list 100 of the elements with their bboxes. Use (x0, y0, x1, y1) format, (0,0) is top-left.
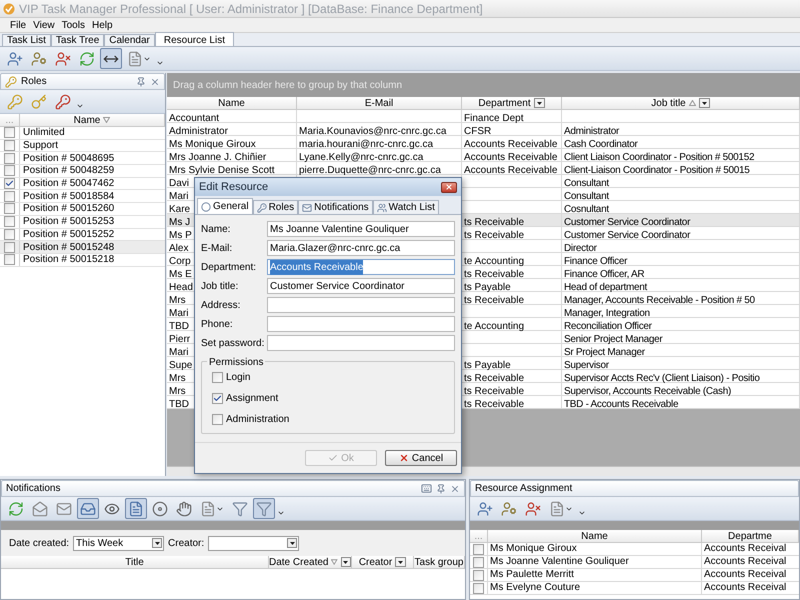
overflow-caret-icon[interactable] (277, 509, 285, 517)
checkbox[interactable] (4, 140, 15, 152)
input-field[interactable]: Ms Joanne Valentine Gouliquer (267, 221, 455, 237)
menu-item[interactable]: View (33, 18, 55, 32)
dialog-tab[interactable]: Notifications (298, 200, 373, 214)
input-field[interactable]: Accounts Receivable (267, 259, 455, 275)
overflow-caret-icon[interactable] (156, 59, 164, 67)
table-row[interactable]: Mrs Joanne J. Chiñier Lyane.Kelly@nrc-cnrc.gc.ca Accounts Receivable Client Liaison Coordinator - Position # 500152 (167, 149, 800, 162)
dialog-tab[interactable]: Watch List (372, 200, 439, 214)
table-row[interactable]: Administrator Maria.Kounavios@nrc-cnrc.gc.ca CFSR Administrator (167, 123, 800, 136)
pin-icon[interactable] (136, 76, 146, 86)
checkbox[interactable] (473, 556, 484, 568)
close-button[interactable] (441, 182, 457, 192)
column-header[interactable]: Name (488, 530, 702, 543)
tab[interactable]: Resource List (154, 32, 234, 46)
column-header[interactable]: Departme (702, 530, 799, 543)
checkbox[interactable] (4, 165, 15, 176)
menu-item[interactable]: Tools (62, 18, 85, 32)
column-header[interactable]: Department (462, 97, 562, 110)
checkbox[interactable] (212, 393, 223, 404)
table-cell-text: Senior Project Manager (563, 334, 662, 346)
overflow-caret-icon[interactable] (578, 509, 586, 517)
keyboard-icon[interactable] (421, 483, 432, 494)
role-row[interactable]: Support (0, 140, 165, 152)
column-header[interactable]: Date Created (269, 556, 352, 569)
menu-item[interactable]: Help (92, 18, 113, 32)
checkbox[interactable] (4, 216, 15, 228)
checkbox[interactable] (473, 570, 484, 580)
column-header[interactable]: Job title (562, 97, 800, 110)
table-cell-text: Cash Coordinator (563, 139, 638, 151)
table-row[interactable]: Ms Monique Giroux maria.hourani@nrc-cnrc.gc.ca Accounts Receivable Cash Coordinator (167, 136, 800, 149)
checkbox[interactable] (4, 152, 15, 164)
table-cell-text: ts Payable (463, 360, 511, 372)
column-label: Name (218, 96, 245, 110)
filter-dropdown-button[interactable] (534, 98, 545, 108)
role-row[interactable]: Position # 50015260 (0, 203, 165, 216)
menu-item[interactable]: File (10, 18, 26, 32)
filter-dropdown-button[interactable] (340, 557, 351, 567)
filter-icon (232, 500, 248, 516)
filter-dropdown-button[interactable] (395, 557, 406, 567)
table-row[interactable]: Accountant Finance Dept (167, 110, 800, 123)
role-name: Position # 50015260 (22, 202, 114, 216)
filter-dropdown-button[interactable] (698, 98, 710, 108)
table-cell-text: Davi (168, 178, 190, 190)
table-cell-text: Sr Project Manager (563, 347, 645, 359)
checkbox[interactable] (212, 372, 223, 383)
table-cell-text: Supe (168, 360, 192, 372)
overflow-caret-icon[interactable] (76, 102, 84, 110)
inbox-icon (80, 500, 96, 516)
checkbox[interactable] (4, 203, 15, 214)
close-icon[interactable] (150, 76, 160, 86)
tab[interactable]: Task Tree (50, 34, 104, 46)
pin-icon[interactable] (436, 484, 446, 494)
input-field[interactable] (267, 335, 455, 351)
role-row[interactable]: Position # 50048259 (0, 165, 165, 178)
check-icon (328, 453, 338, 463)
input-field[interactable] (267, 297, 455, 313)
dropdown-field[interactable] (208, 536, 300, 550)
checkbox[interactable] (4, 127, 15, 138)
role-row[interactable]: Position # 50015252 (0, 228, 165, 242)
role-row[interactable]: Unlimited (0, 127, 165, 140)
role-row[interactable]: Position # 50047462 (0, 178, 165, 190)
role-row[interactable]: Position # 50015218 (0, 254, 165, 267)
close-icon[interactable] (450, 484, 460, 494)
checkbox[interactable] (4, 254, 15, 266)
checkbox[interactable] (4, 190, 15, 202)
dropdown-field[interactable]: This Week (73, 536, 164, 550)
role-row[interactable]: Position # 50015253 (0, 216, 165, 228)
input-field[interactable]: Customer Service Coordinator (267, 278, 455, 294)
table-cell-text: Mrs (168, 295, 186, 307)
checkbox[interactable] (473, 544, 484, 554)
input-field[interactable] (267, 316, 455, 332)
checkbox-label: Login (226, 371, 250, 385)
column-header[interactable]: E-Mail (297, 97, 462, 110)
table-cell-text: Director (563, 243, 597, 255)
checkbox[interactable] (4, 178, 15, 190)
tab[interactable]: Calendar (104, 34, 155, 46)
role-row[interactable]: Position # 50015248 (0, 241, 165, 254)
dialog-tab[interactable]: Roles (252, 200, 298, 214)
role-row[interactable]: Position # 50048695 (0, 152, 165, 166)
table-cell-text: Ms J (168, 217, 190, 229)
tab[interactable]: Task List (2, 34, 51, 46)
checkbox[interactable] (473, 582, 484, 594)
dialog-tab[interactable]: General (197, 198, 253, 214)
role-row[interactable]: Position # 50018584 (0, 190, 165, 204)
table-cell-text: Supervisor (563, 360, 609, 372)
column-header[interactable]: Title (1, 556, 269, 569)
column-header[interactable]: Name (167, 97, 297, 110)
checkbox[interactable] (4, 242, 15, 253)
app-logo-icon (3, 2, 15, 14)
cancel-button[interactable]: Cancel (385, 450, 457, 466)
table-row[interactable]: Mrs Sylvie Denise Scott pierre.Duquette@nrc-cnrc.gc.ca Accounts Receivable Client-Liaison Coordinator - Position # 50015 (167, 162, 800, 175)
toolbar-button[interactable] (100, 48, 122, 69)
table-cell-text: Ms Monique Giroux (168, 139, 256, 151)
table-cell-text: Corp (168, 256, 191, 268)
input-field[interactable]: Maria.Glazer@nrc-cnrc.gc.ca (267, 240, 455, 256)
checkbox[interactable] (212, 414, 223, 425)
checkbox[interactable] (4, 228, 15, 240)
column-header[interactable]: Creator (352, 556, 414, 569)
column-header[interactable]: Name (20, 114, 165, 127)
